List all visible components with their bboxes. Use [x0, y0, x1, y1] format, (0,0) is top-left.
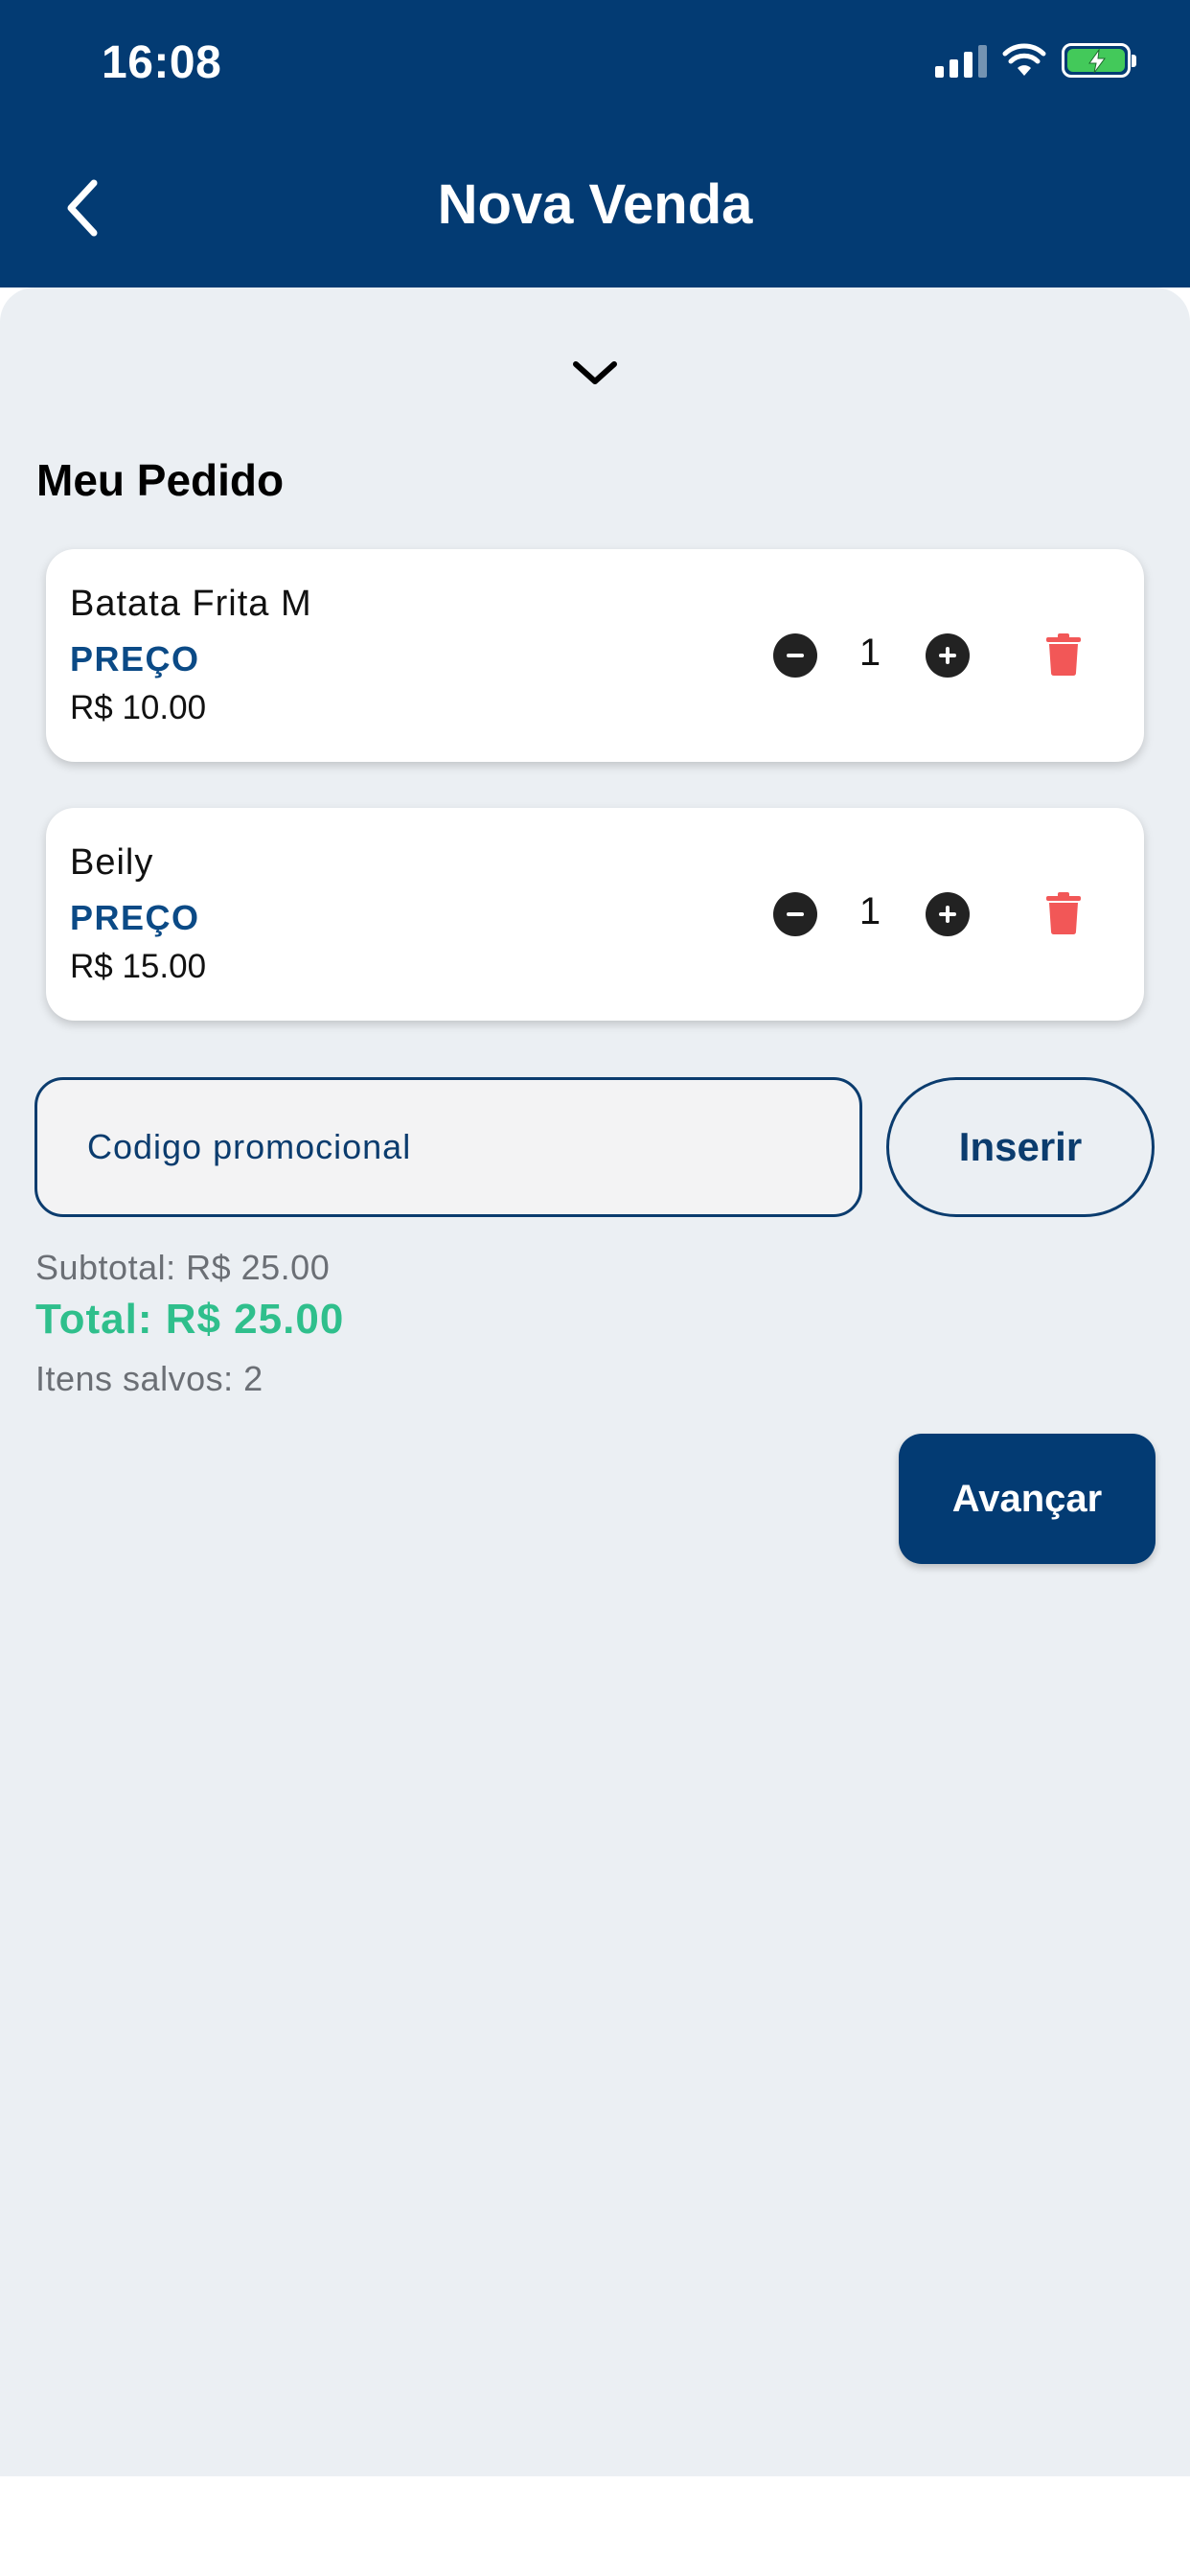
decrease-quantity-button[interactable]: [773, 633, 817, 678]
status-icons: [935, 43, 1136, 78]
item-price-label: PREÇO: [70, 898, 200, 937]
page-title: Nova Venda: [437, 173, 753, 236]
item-price-label: PREÇO: [70, 639, 200, 678]
section-title: Meu Pedido: [36, 455, 285, 505]
decrease-quantity-button[interactable]: [773, 892, 817, 936]
trash-icon[interactable]: [1046, 892, 1081, 934]
order-item-card: Beily PREÇO R$ 15.00 1: [46, 808, 1144, 1021]
saved-items-text: Itens salvos: 2: [35, 1359, 263, 1398]
app-screen: 16:08 Nova Venda Meu Pedido Batata Frita…: [0, 0, 1190, 2576]
minus-circle-icon: [787, 654, 804, 657]
item-quantity: 1: [858, 890, 881, 932]
chevron-down-icon[interactable]: [566, 355, 624, 393]
item-name: Beily: [70, 842, 154, 883]
increase-quantity-button[interactable]: [926, 892, 970, 936]
advance-button[interactable]: Avançar: [899, 1434, 1156, 1564]
plus-circle-icon: [939, 906, 956, 923]
promo-code-input[interactable]: [34, 1077, 862, 1217]
order-item-card: Batata Frita M PREÇO R$ 10.00 1: [46, 549, 1144, 762]
trash-icon[interactable]: [1046, 633, 1081, 676]
total-text: Total: R$ 25.00: [35, 1296, 345, 1343]
minus-circle-icon: [787, 912, 804, 916]
subtotal-text: Subtotal: R$ 25.00: [35, 1248, 331, 1287]
battery-charging-icon: [1062, 43, 1136, 78]
status-time: 16:08: [102, 37, 222, 88]
increase-quantity-button[interactable]: [926, 633, 970, 678]
insert-promo-button[interactable]: Inserir: [886, 1077, 1155, 1217]
plus-circle-icon: [939, 647, 956, 664]
order-sheet: Meu Pedido Batata Frita M PREÇO R$ 10.00…: [0, 288, 1190, 2476]
app-header: 16:08 Nova Venda: [0, 0, 1190, 288]
cellular-signal-icon: [935, 43, 987, 78]
item-price: R$ 10.00: [70, 689, 207, 726]
item-quantity: 1: [858, 632, 881, 674]
item-price: R$ 15.00: [70, 948, 207, 985]
wifi-icon: [1002, 43, 1046, 76]
item-name: Batata Frita M: [70, 584, 312, 624]
